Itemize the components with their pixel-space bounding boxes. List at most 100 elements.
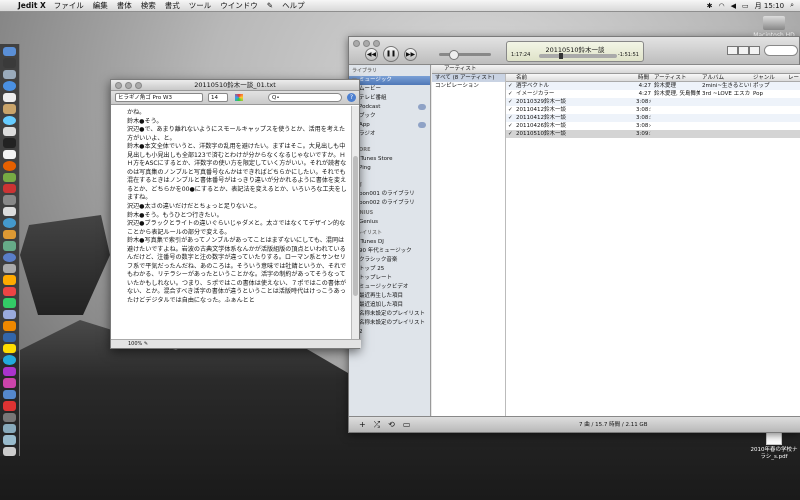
artwork-icon[interactable]: ▭ [403, 417, 411, 433]
track-checkbox[interactable]: ✓ [508, 130, 513, 138]
menu-search[interactable]: 検索 [141, 0, 156, 11]
safari-icon[interactable] [3, 81, 16, 91]
app-menu[interactable]: Jedit X [18, 1, 46, 10]
track-row[interactable]: ✓20110412鈴木一談 3:08:52 [506, 106, 800, 114]
pencil-icon[interactable]: ✎ [144, 341, 148, 347]
volume-slider[interactable] [439, 50, 491, 60]
coverflow-view-button[interactable] [749, 46, 760, 55]
track-checkbox[interactable]: ✓ [508, 98, 513, 106]
app-icon[interactable] [3, 229, 16, 240]
app-icon[interactable] [3, 172, 16, 183]
track-checkbox[interactable]: ✓ [508, 106, 513, 114]
folder-icon[interactable] [3, 435, 16, 445]
finder-icon[interactable] [3, 47, 16, 57]
sidebar-item[interactable]: 90 年代ミュージック [349, 247, 430, 256]
itunes-icon[interactable] [3, 115, 16, 125]
track-row[interactable]: ✓酒宇ベクトル 4:27鈴木愛理 2mini~生きるといいね~ポップ [506, 82, 800, 90]
sidebar-item[interactable]: iTunes Store [349, 155, 430, 164]
app-icon[interactable] [3, 378, 16, 388]
sidebar-item[interactable]: トップレート [349, 274, 430, 283]
textedit-icon[interactable] [3, 149, 16, 160]
menu-format[interactable]: 書式 [165, 0, 180, 11]
menu-file[interactable]: ファイル [54, 0, 84, 11]
bluetooth-icon[interactable]: ✱ [707, 2, 713, 10]
add-playlist-icon[interactable]: + [359, 417, 366, 433]
addressbook-icon[interactable] [3, 104, 16, 114]
spotlight-icon[interactable]: ⌕ [790, 1, 794, 10]
volume-icon[interactable]: ◀ [731, 2, 736, 10]
track-row[interactable]: ✓20110329鈴木一談 3:08:00 [506, 98, 800, 106]
column-name[interactable]: 名前 [516, 74, 527, 82]
sidebar-item[interactable]: pon002 のライブラリ [349, 199, 430, 208]
preview-icon[interactable] [3, 126, 16, 137]
minimize-button[interactable] [363, 40, 370, 47]
menu-window[interactable]: ウインドウ [220, 0, 258, 11]
menu-font[interactable]: 書体 [117, 0, 132, 11]
sidebar-item[interactable]: Genius [349, 218, 430, 227]
shuffle-icon[interactable]: ⤮ [374, 417, 380, 433]
mail-icon[interactable] [3, 69, 16, 80]
app-icon[interactable] [3, 412, 16, 422]
track-checkbox[interactable]: ✓ [508, 90, 513, 98]
app-icon[interactable] [3, 195, 16, 205]
sidebar-item[interactable]: iTunes DJ [349, 238, 430, 247]
app-icon[interactable] [3, 366, 16, 377]
column-time[interactable]: 時間 [638, 74, 649, 82]
font-select[interactable]: ヒラギノ角ゴ Pro W3 [115, 93, 203, 102]
column-rating[interactable]: レート [788, 74, 800, 82]
sidebar-item[interactable]: 名称未設定のプレイリスト 2 [349, 319, 430, 335]
menu-tools[interactable]: ツール [189, 0, 212, 11]
document-search-input[interactable]: Q• [268, 93, 342, 102]
artist-item[interactable]: すべて (8 アーティスト) [432, 74, 505, 82]
app-icon[interactable] [3, 298, 16, 308]
artist-item[interactable]: コンピレーション [432, 82, 505, 90]
track-checkbox[interactable]: ✓ [508, 82, 513, 90]
track-row[interactable]: ✓20110510鈴木一談 3:09:15 [506, 130, 800, 138]
app-icon[interactable] [3, 355, 16, 365]
sidebar-item[interactable]: 最近再生した項目 [349, 292, 430, 301]
app-icon[interactable] [3, 286, 16, 297]
color-picker-icon[interactable] [235, 94, 243, 101]
zoom-level[interactable]: 100% [128, 341, 142, 347]
zoom-button[interactable] [373, 40, 380, 47]
ical-icon[interactable] [3, 92, 16, 103]
track-checkbox[interactable]: ✓ [508, 122, 513, 130]
list-view-button[interactable] [727, 46, 738, 55]
close-button[interactable] [353, 40, 360, 47]
previous-track-button[interactable]: ◀◀ [365, 48, 378, 61]
sidebar-item[interactable]: ミュージック [349, 76, 430, 85]
menu-edit[interactable]: 編集 [93, 0, 108, 11]
zoom-button[interactable] [135, 82, 142, 89]
app-icon[interactable] [3, 184, 16, 194]
app-icon[interactable] [3, 332, 16, 342]
wifi-icon[interactable]: ◠ [719, 2, 725, 10]
app-icon[interactable] [3, 343, 16, 354]
folder-icon[interactable] [3, 423, 16, 434]
menu-help[interactable]: ヘルプ [282, 0, 305, 11]
close-button[interactable] [115, 82, 122, 89]
sidebar-item[interactable]: App [349, 121, 430, 130]
track-row[interactable]: ✓20110426鈴木一談 3:08:47 [506, 122, 800, 130]
text-editor[interactable]: かね。 鈴木●そう。 沢辺●で、あまり離れないようにスモールキャップスを使うとか… [111, 106, 353, 341]
app-icon[interactable] [3, 218, 16, 228]
sidebar-item[interactable]: pon001 のライブラリ [349, 190, 430, 199]
app-icon[interactable] [3, 275, 16, 285]
itunes-search-input[interactable] [764, 45, 798, 56]
sidebar-item[interactable]: ラジオ [349, 130, 430, 139]
sidebar-item[interactable]: ミュージックビデオ [349, 283, 430, 292]
playback-progress-bar[interactable] [539, 53, 617, 59]
column-artist[interactable]: アーティスト [654, 74, 686, 82]
track-row[interactable]: ✓20110412鈴木一談 3:08:52 [506, 114, 800, 122]
app-icon[interactable] [3, 321, 16, 331]
terminal-icon[interactable] [3, 138, 16, 148]
trash-icon[interactable] [3, 446, 16, 457]
artist-column-header[interactable]: アーティスト [444, 65, 476, 74]
track-row[interactable]: ✓イメージカラー 4:27鈴木愛理, 矢島舞美3rd ~LOVE エスカレー...… [506, 90, 800, 98]
font-size-select[interactable]: 14 [208, 93, 228, 102]
grid-view-button[interactable] [738, 46, 749, 55]
vertical-scrollbar[interactable] [351, 106, 359, 341]
sidebar-item[interactable]: クラシック音楽 [349, 256, 430, 265]
help-icon[interactable]: ? [347, 93, 356, 102]
sidebar-item[interactable]: ブック [349, 112, 430, 121]
sidebar-item[interactable]: 最近追加した項目 [349, 301, 430, 310]
